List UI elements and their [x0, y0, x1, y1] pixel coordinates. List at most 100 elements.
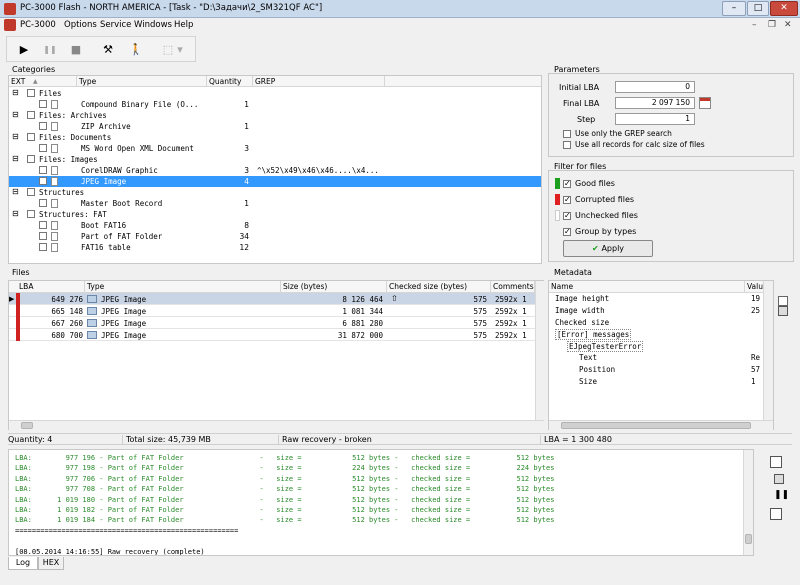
files-hscroll-thumb[interactable]: [21, 422, 33, 429]
category-checkbox[interactable]: [27, 111, 35, 119]
category-row[interactable]: Part of FAT Folder 34: [9, 231, 541, 242]
col-file-type[interactable]: Type: [85, 281, 281, 292]
file-row[interactable]: 680 700 JPEG Image 31 872 000 575 2592x 1: [9, 329, 535, 341]
file-row[interactable]: 665 148 JPEG Image 1 081 344 575 2592x 1: [9, 305, 535, 317]
tools-icon[interactable]: ⚒: [99, 41, 117, 59]
category-checkbox[interactable]: [39, 243, 47, 251]
log-vscroll-thumb[interactable]: [745, 534, 752, 544]
col-name[interactable]: Name: [549, 281, 745, 292]
menu-service[interactable]: Service: [100, 20, 131, 30]
category-checkbox[interactable]: [39, 100, 47, 108]
col-type[interactable]: Type: [77, 76, 207, 87]
menu-pc3000[interactable]: PC-3000: [20, 20, 56, 30]
log-floppy-icon[interactable]: [774, 474, 784, 484]
collapse-icon[interactable]: ⊟: [12, 111, 19, 119]
final-lba-input[interactable]: 2 097 150: [615, 97, 695, 109]
menu-help[interactable]: Help: [174, 20, 193, 30]
log-vscroll[interactable]: [743, 450, 753, 555]
category-group-row[interactable]: ⊟ Structures: [9, 187, 541, 198]
category-row[interactable]: Master Boot Record 1: [9, 198, 541, 209]
category-group-row[interactable]: ⊟ Files: Archives: [9, 110, 541, 121]
col-value[interactable]: Value: [745, 281, 768, 292]
initial-lba-input[interactable]: 0: [615, 81, 695, 93]
menu-options[interactable]: Options: [64, 20, 97, 30]
category-checkbox[interactable]: [27, 133, 35, 141]
play-icon[interactable]: ▶: [15, 41, 33, 59]
category-group-row[interactable]: ⊟ Files: Documents: [9, 132, 541, 143]
stop-icon[interactable]: ■: [67, 41, 85, 59]
col-lba[interactable]: LBA: [9, 281, 85, 292]
mdi-restore-button[interactable]: ❐: [768, 20, 776, 30]
step-input[interactable]: 1: [615, 113, 695, 125]
save-icon[interactable]: [778, 306, 788, 316]
metadata-row[interactable]: Image width 25: [549, 305, 763, 316]
category-row[interactable]: ZIP Archive 1: [9, 121, 541, 132]
metadata-row[interactable]: EJpegTesterError: [549, 340, 763, 353]
category-row[interactable]: CorelDRAW Graphic 3 ^\x52\x49\x46\x46....\…: [9, 165, 541, 176]
category-checkbox[interactable]: [27, 89, 35, 97]
metadata-row[interactable]: Image height 19: [549, 293, 763, 304]
category-checkbox[interactable]: [39, 199, 47, 207]
col-checked-size[interactable]: Checked size (bytes): [387, 281, 491, 292]
group-by-types-checkbox[interactable]: [563, 228, 571, 236]
pause-icon[interactable]: ❚❚: [41, 41, 59, 59]
collapse-icon[interactable]: ⊟: [12, 89, 19, 97]
col-comments[interactable]: Comments: [491, 281, 535, 292]
all-records-checkbox[interactable]: [563, 141, 571, 149]
category-group-row[interactable]: ⊟ Structures: FAT: [9, 209, 541, 220]
col-grep[interactable]: GREP: [253, 76, 385, 87]
metadata-row[interactable]: Size 1: [549, 376, 763, 387]
collapse-icon[interactable]: ⊟: [12, 133, 19, 141]
metadata-row[interactable]: Text Re: [549, 352, 763, 363]
log-pause-icon[interactable]: ❚❚: [774, 490, 789, 500]
file-row[interactable]: ▶ 649 276 JPEG Image 8 126 464 ⇧ 575 2592x 1: [9, 293, 535, 305]
log-save-icon[interactable]: [770, 456, 782, 468]
category-checkbox[interactable]: [39, 232, 47, 240]
metadata-hscroll-thumb[interactable]: [561, 422, 751, 429]
apply-button[interactable]: ✔ Apply: [563, 240, 653, 257]
files-vscroll[interactable]: [535, 281, 544, 420]
corrupted-files-checkbox[interactable]: [563, 196, 571, 204]
collapse-icon[interactable]: ⊟: [12, 155, 19, 163]
metadata-hscroll[interactable]: [549, 420, 773, 430]
metadata-row[interactable]: Position 57: [549, 364, 763, 375]
col-quantity[interactable]: Quantity: [207, 76, 253, 87]
category-row[interactable]: JPEG Image 4: [9, 176, 541, 187]
minimize-button[interactable]: –: [722, 1, 746, 16]
chevron-down-icon[interactable]: ▾: [175, 41, 185, 59]
good-files-checkbox[interactable]: [563, 180, 571, 188]
category-checkbox[interactable]: [39, 144, 47, 152]
category-row[interactable]: Boot FAT16 8: [9, 220, 541, 231]
log-export-icon[interactable]: [770, 508, 782, 520]
maximize-button[interactable]: □: [747, 1, 769, 16]
metadata-row[interactable]: [Error] messages: [549, 328, 763, 341]
calendar-icon[interactable]: [699, 97, 711, 109]
file-row[interactable]: 667 260 JPEG Image 6 881 280 575 2592x 1: [9, 317, 535, 329]
category-checkbox[interactable]: [27, 210, 35, 218]
metadata-row[interactable]: Checked size: [549, 317, 763, 328]
exit-icon[interactable]: 🚶: [127, 41, 145, 59]
category-row[interactable]: Compound Binary File (O... 1: [9, 99, 541, 110]
tab-log[interactable]: Log: [8, 557, 38, 570]
category-checkbox[interactable]: [39, 221, 47, 229]
mdi-close-button[interactable]: ✕: [784, 20, 792, 30]
menu-windows[interactable]: Windows: [134, 20, 172, 30]
category-group-row[interactable]: ⊟ Files: Images: [9, 154, 541, 165]
files-hscroll[interactable]: [9, 420, 544, 430]
export-icon[interactable]: [778, 296, 788, 306]
grep-only-checkbox[interactable]: [563, 130, 571, 138]
category-row[interactable]: MS Word Open XML Document 3: [9, 143, 541, 154]
tab-hex[interactable]: HEX: [38, 557, 64, 570]
category-group-row[interactable]: ⊟ Files: [9, 88, 541, 99]
category-checkbox[interactable]: [39, 177, 47, 185]
col-size[interactable]: Size (bytes): [281, 281, 387, 292]
collapse-icon[interactable]: ⊟: [12, 188, 19, 196]
mdi-minimize-button[interactable]: –: [752, 20, 757, 30]
col-ext[interactable]: EXT ▲: [9, 76, 77, 87]
metadata-vscroll[interactable]: [763, 281, 773, 420]
close-button[interactable]: ✕: [770, 1, 798, 16]
category-row[interactable]: FAT16 table 12: [9, 242, 541, 253]
collapse-icon[interactable]: ⊟: [12, 210, 19, 218]
unchecked-files-checkbox[interactable]: [563, 212, 571, 220]
category-checkbox[interactable]: [27, 155, 35, 163]
